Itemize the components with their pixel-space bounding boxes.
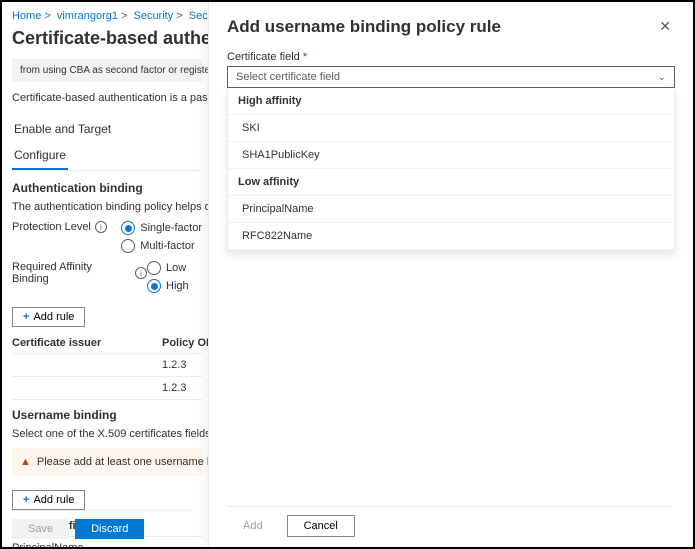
auth-binding-title: Authentication binding bbox=[12, 181, 202, 195]
affinity-label: Required Affinity Binding i bbox=[12, 261, 147, 285]
radio-single-factor[interactable]: Single-factor bbox=[121, 221, 202, 235]
discard-button[interactable]: Discard bbox=[75, 519, 144, 539]
panel-footer: Add Cancel bbox=[227, 506, 672, 537]
dropdown-placeholder: Select certificate field bbox=[236, 71, 340, 83]
dropdown-list: High affinity SKI SHA1PublicKey Low affi… bbox=[227, 88, 675, 251]
chevron-down-icon: ⌄ bbox=[658, 72, 666, 83]
auth-binding-desc: The authentication binding policy helps … bbox=[12, 201, 202, 213]
tab-bar: Enable and Target Configure bbox=[12, 116, 202, 171]
plus-icon: + bbox=[23, 311, 29, 323]
page-title: Certificate-based authentication bbox=[12, 28, 202, 49]
cert-field-label: Certificate field * bbox=[227, 51, 675, 63]
warning-icon: ▲ bbox=[20, 456, 31, 468]
close-icon[interactable]: ✕ bbox=[655, 16, 675, 37]
table-row[interactable]: 1.2.3 bbox=[12, 354, 202, 377]
breadcrumb-link[interactable]: Home bbox=[12, 10, 41, 22]
dropdown-item-ski[interactable]: SKI bbox=[228, 115, 674, 142]
cancel-button[interactable]: Cancel bbox=[287, 515, 355, 537]
username-binding-title: Username binding bbox=[12, 408, 202, 422]
add-rule-panel: Add username binding policy rule ✕ Certi… bbox=[208, 2, 693, 547]
footer-actions: Save Discard bbox=[12, 510, 192, 539]
tab-configure[interactable]: Configure bbox=[12, 142, 68, 170]
info-icon[interactable]: i bbox=[135, 267, 147, 279]
panel-title: Add username binding policy rule bbox=[227, 17, 501, 37]
username-binding-desc: Select one of the X.509 certificates fie… bbox=[12, 428, 202, 440]
breadcrumb-link[interactable]: Security bbox=[133, 10, 173, 22]
plus-icon: + bbox=[23, 494, 29, 506]
auth-table-header: Certificate issuer Policy OID bbox=[12, 333, 202, 354]
radio-high-affinity[interactable]: High bbox=[147, 279, 189, 293]
save-button[interactable]: Save bbox=[12, 519, 69, 539]
dropdown-group-low: Low affinity bbox=[228, 169, 674, 196]
info-banner: from using CBA as second factor or regis… bbox=[12, 59, 202, 82]
radio-multi-factor[interactable]: Multi-factor bbox=[121, 239, 202, 253]
info-icon[interactable]: i bbox=[95, 221, 107, 233]
dropdown-item-sha1[interactable]: SHA1PublicKey bbox=[228, 142, 674, 169]
dropdown-group-high: High affinity bbox=[228, 88, 674, 115]
radio-low-affinity[interactable]: Low bbox=[147, 261, 189, 275]
add-rule-button[interactable]: +Add rule bbox=[12, 307, 85, 327]
table-row[interactable]: 1.2.3 bbox=[12, 377, 202, 400]
page-description: Certificate-based authentication is a pa… bbox=[12, 92, 202, 104]
tab-enable-target[interactable]: Enable and Target bbox=[12, 116, 113, 142]
protection-level-label: Protection Level i bbox=[12, 221, 121, 233]
add-rule-button[interactable]: +Add rule bbox=[12, 490, 85, 510]
warning-banner: ▲ Please add at least one username bindi… bbox=[12, 448, 202, 476]
dropdown-item-rfc822name[interactable]: RFC822Name bbox=[228, 223, 674, 250]
cert-field-dropdown[interactable]: Select certificate field ⌄ bbox=[227, 66, 675, 88]
breadcrumb-link[interactable]: vimrangorg1 bbox=[57, 10, 118, 22]
add-button[interactable]: Add bbox=[227, 515, 279, 537]
breadcrumb: Home> vimrangorg1> Security> Security | … bbox=[12, 10, 202, 22]
dropdown-item-principalname[interactable]: PrincipalName bbox=[228, 196, 674, 223]
